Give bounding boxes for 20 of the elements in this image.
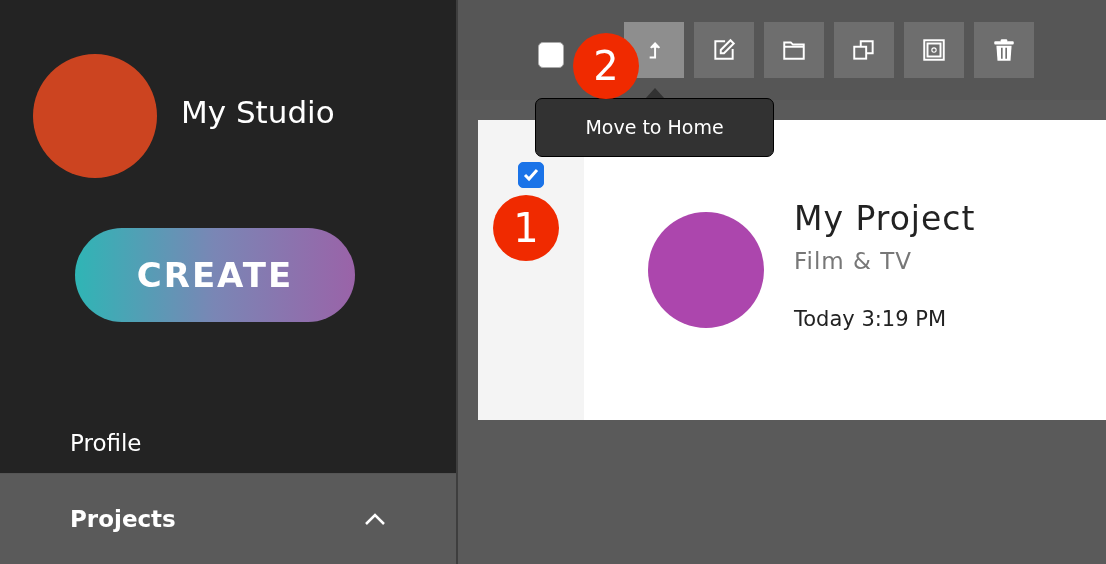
- folder-button[interactable]: [764, 22, 824, 78]
- select-all-checkbox[interactable]: [538, 42, 564, 68]
- studio-name: My Studio: [181, 92, 335, 132]
- chevron-up-icon[interactable]: [364, 512, 386, 526]
- checkmark-icon: [522, 166, 540, 184]
- project-time: Today 3:19 PM: [794, 306, 948, 333]
- duplicate-icon: [851, 37, 877, 63]
- archive-icon: [921, 37, 947, 63]
- project-checkbox[interactable]: [518, 162, 544, 188]
- nav-item[interactable]: Projects: [0, 474, 456, 564]
- project-category: Film & TV: [794, 246, 914, 276]
- edit-icon: [711, 37, 737, 63]
- tooltip: Move to Home: [535, 98, 774, 157]
- create-button[interactable]: CREATE: [75, 228, 355, 322]
- edit-button[interactable]: [694, 22, 754, 78]
- delete-button[interactable]: [974, 22, 1034, 78]
- delete-icon: [991, 37, 1017, 63]
- archive-button[interactable]: [904, 22, 964, 78]
- duplicate-button[interactable]: [834, 22, 894, 78]
- project-title[interactable]: My Project: [794, 194, 976, 244]
